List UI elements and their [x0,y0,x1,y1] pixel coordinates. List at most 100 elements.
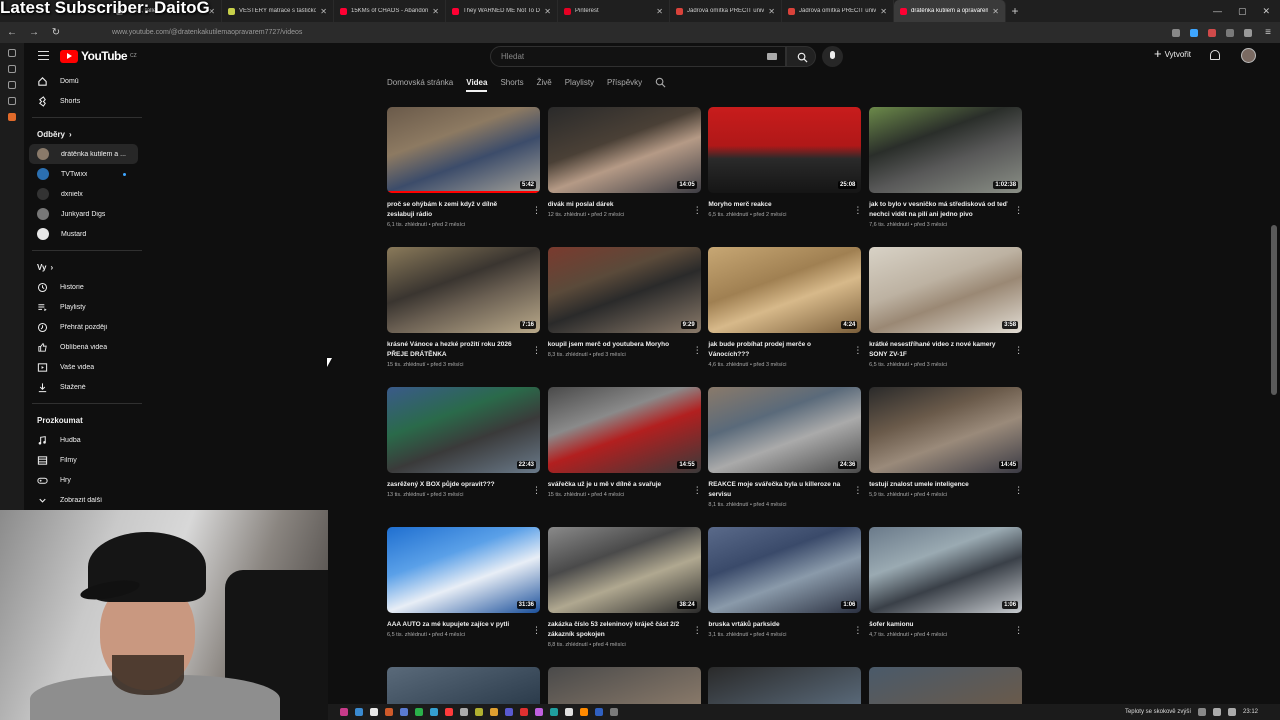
sidebar-item[interactable]: dxnielx [24,184,142,204]
browser-tab[interactable]: VESTERÝ matrace s taštičkový ✕ [222,0,334,22]
close-tab-icon[interactable]: ✕ [768,7,775,16]
channel-tab[interactable]: Domovská stránka [387,78,453,87]
close-tab-icon[interactable]: ✕ [544,7,551,16]
sidebar-item[interactable]: Domů [24,71,142,91]
video-thumbnail[interactable] [547,667,701,707]
taskbar-app-icon[interactable] [535,708,543,716]
video-title[interactable]: koupil jsem merč od youtubera Moryho [548,340,701,350]
browser-tab[interactable]: drátěnka kutilem a opravářem ✕ [894,0,1006,22]
video-thumbnail[interactable]: 14:45 [869,387,1023,473]
video-title[interactable]: jak to bylo v vesničko má středisková od… [869,200,1022,220]
browser-tab[interactable]: Jádrová omítka PRECIT univerzá✕ [670,0,782,22]
taskbar-app-icon[interactable] [520,708,528,716]
video-thumbnail[interactable]: 14:55 [547,387,701,473]
sidebar-tool-icon[interactable] [8,49,16,57]
taskbar-app-icon[interactable] [400,708,408,716]
youtube-logo[interactable]: YouTube CZ [60,49,137,63]
video-card[interactable]: 1:02:38 jak to bylo v vesničko má středis… [869,107,1023,228]
forward-icon[interactable]: → [28,27,40,38]
channel-tab[interactable]: Příspěvky [607,78,642,87]
video-title[interactable]: Moryho merč reakce [708,200,861,210]
video-title[interactable]: REAKCE moje svářečka byla u killeroze na… [708,480,861,500]
sidebar-item[interactable]: Zobrazit další [24,490,142,510]
browser-tab[interactable]: Jádrová omítka PRECIT univerzá✕ [782,0,894,22]
video-card[interactable]: 5:42 proč se ohýbám k zemi když v dílně z… [387,107,540,228]
sidebar-item[interactable]: drátěnka kutilem a ... [29,144,138,164]
more-options-icon[interactable] [532,480,538,490]
clock[interactable]: 23:12 [1243,709,1258,715]
account-avatar[interactable] [1241,48,1256,63]
taskbar-app-icon[interactable] [610,708,618,716]
video-thumbnail[interactable]: 22:43 [387,387,540,473]
video-card[interactable]: 14:55 svářečka už je u mě v dílně a svařu… [547,387,701,498]
menu-icon[interactable]: ≡ [1262,27,1274,38]
sidebar-item[interactable]: Junkyard Digs [24,204,142,224]
video-card[interactable]: 7:16 krásné Vánoce a hezké prožití roku 2… [387,247,540,368]
sidebar-item[interactable]: Stažené [24,377,142,397]
more-options-icon[interactable] [693,200,699,210]
more-options-icon[interactable] [693,340,699,350]
video-card[interactable]: 9:29 koupil jsem merč od youtubera Moryho… [547,247,701,358]
video-card[interactable]: 22:43 zasrěžený X BOX půjde opravit??? 13 … [387,387,540,498]
more-options-icon[interactable] [853,200,859,210]
more-options-icon[interactable] [853,480,859,490]
video-title[interactable]: zakázka číslo 53 zeleninový kráječ část … [548,620,701,640]
video-card[interactable]: 1:06 bruska vrtáků parkside 3,1 tis. zhléd… [708,527,862,638]
sidebar-item[interactable]: Oblíbená videa [24,337,142,357]
sidebar-item[interactable]: Shorts [24,91,142,111]
search-button[interactable] [786,46,816,67]
sidebar-tool-icon[interactable] [8,81,16,89]
search-input[interactable]: Hledat [490,46,786,67]
video-thumbnail[interactable]: 38:24 [547,527,701,613]
create-button[interactable]: + Vytvořit [1154,47,1191,60]
video-thumbnail[interactable]: 7:16 [387,247,540,333]
video-thumbnail[interactable]: 24:36 [708,387,862,473]
video-title[interactable]: bruska vrtáků parkside [708,620,861,630]
more-options-icon[interactable] [1014,200,1020,210]
profile-icon[interactable] [1244,28,1252,37]
video-thumbnail[interactable]: 4:24 [708,247,862,333]
sidebar-item[interactable]: Filmy [24,450,142,470]
video-card[interactable]: 38:24 zakázka číslo 53 zeleninový kráječ … [547,527,701,648]
maximize-icon[interactable]: ▢ [1238,6,1247,17]
more-options-icon[interactable] [853,620,859,630]
more-options-icon[interactable] [532,620,538,630]
video-title[interactable]: krásné Vánoce a hezké prožití roku 2026 … [387,340,540,360]
url-field[interactable]: www.youtube.com/@dratenkakutilemaopravar… [112,29,302,36]
channel-tab[interactable]: Videa [466,78,488,92]
taskbar-app-icon[interactable] [580,708,588,716]
taskbar-app-icon[interactable] [355,708,363,716]
video-title[interactable]: šofer kamionu [869,620,1022,630]
taskbar-app-icon[interactable] [430,708,438,716]
video-card[interactable]: 31:36 AAA AUTO za mé kupujete zajíce v py… [387,527,540,638]
close-tab-icon[interactable]: ✕ [992,7,999,16]
close-window-icon[interactable]: ✕ [1262,6,1270,17]
sidebar-tool-icon[interactable] [8,97,16,105]
more-options-icon[interactable] [1014,480,1020,490]
extension-icon[interactable] [1208,28,1216,37]
taskbar-app-icon[interactable] [550,708,558,716]
channel-tab[interactable]: Playlisty [565,78,594,87]
sidebar-item[interactable]: TVTwixx [24,164,142,184]
subscriptions-header[interactable]: Odběry › [24,124,142,144]
close-tab-icon[interactable]: ✕ [880,7,887,16]
browser-tab[interactable]: 15KMs of CHAOS - Abandoned ✕ [334,0,446,22]
more-options-icon[interactable] [532,340,538,350]
reload-icon[interactable]: ↻ [50,27,62,38]
keyboard-icon[interactable] [767,53,777,60]
video-title[interactable]: AAA AUTO za mé kupujete zajíce v pytli [387,620,540,630]
more-options-icon[interactable] [532,200,538,210]
sidebar-item[interactable]: Hry [24,470,142,490]
wifi-icon[interactable] [1212,708,1221,716]
video-thumbnail[interactable]: 25:08 [708,107,862,193]
video-title[interactable]: jak bude probíhat prodej merče o Vánocíc… [708,340,861,360]
close-tab-icon[interactable]: ✕ [656,7,663,16]
sidebar-tool-icon[interactable] [8,113,16,121]
channel-search-icon[interactable] [655,77,666,88]
weather-text[interactable]: Teploty se skokově zvýší [1125,709,1191,715]
sidebar-item[interactable]: Hudba [24,430,142,450]
voice-search-button[interactable] [822,46,843,67]
extension-icon[interactable] [1190,28,1198,37]
video-thumbnail[interactable] [869,667,1023,707]
minimize-icon[interactable]: — [1213,6,1222,17]
